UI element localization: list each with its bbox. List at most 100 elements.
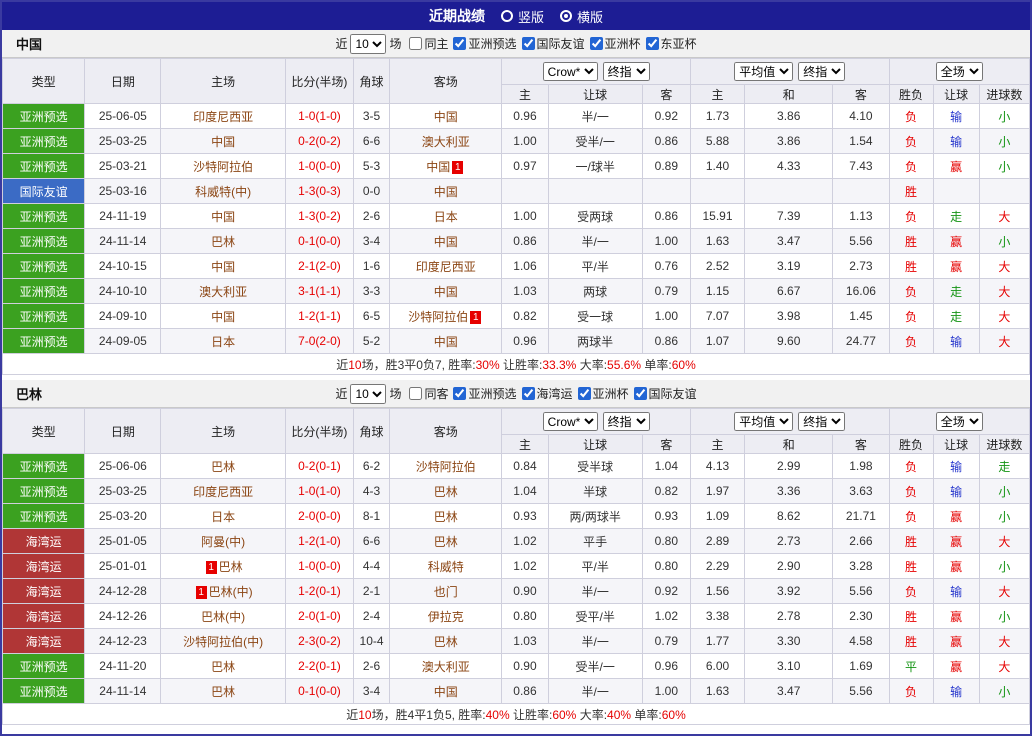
away-team[interactable]: 巴林 — [389, 503, 503, 529]
filter-option[interactable]: 海湾运 — [521, 385, 573, 402]
competition-filters: 同客 亚洲预选 海湾运 亚洲杯 国际友谊 — [404, 385, 697, 403]
home-team[interactable]: 沙特阿拉伯 — [160, 153, 286, 179]
odds-kind-select[interactable]: 终指 — [602, 412, 650, 431]
home-team[interactable]: 科威特(中) — [160, 178, 286, 204]
filter-option[interactable]: 亚洲杯 — [577, 385, 629, 402]
score: 1-3(0-2) — [284, 203, 355, 229]
away-team[interactable]: 中国 — [389, 328, 503, 354]
filter-option[interactable]: 亚洲杯 — [589, 35, 641, 52]
home-team[interactable]: 巴林 — [160, 453, 286, 479]
result-goals: 大 — [978, 328, 1030, 354]
result-handicap — [932, 178, 980, 204]
fulltime-select[interactable]: 全场 — [935, 412, 983, 431]
home-team[interactable]: 日本 — [160, 503, 286, 529]
sub-header-outcome: 胜负 — [888, 84, 934, 104]
filter-checkbox[interactable] — [453, 386, 467, 400]
odds-source-select[interactable]: Crow* — [542, 62, 598, 81]
away-team[interactable]: 中国 — [389, 178, 503, 204]
home-team[interactable]: 巴林(中) — [160, 603, 286, 629]
away-team[interactable]: 日本 — [389, 203, 503, 229]
away-team[interactable]: 沙特阿拉伯 1 — [389, 303, 503, 329]
filter-checkbox[interactable] — [521, 36, 535, 50]
home-team[interactable]: 阿曼(中) — [160, 528, 286, 554]
filter-checkbox[interactable] — [521, 386, 535, 400]
filter-checkbox[interactable] — [645, 36, 659, 50]
away-team[interactable]: 澳大利亚 — [389, 128, 503, 154]
filter-checkbox[interactable] — [633, 386, 647, 400]
fulltime-header-group: 全场 — [888, 408, 1030, 435]
away-team[interactable]: 中国 — [389, 228, 503, 254]
away-team[interactable]: 巴林 — [389, 478, 503, 504]
filter-checkbox[interactable] — [577, 386, 591, 400]
avg-kind-select[interactable]: 终指 — [798, 62, 846, 81]
filter-option[interactable]: 同客 — [409, 385, 448, 402]
home-team[interactable]: 沙特阿拉伯(中) — [160, 628, 286, 654]
home-team[interactable]: 1 巴林(中) — [160, 578, 286, 604]
away-team[interactable]: 澳大利亚 — [389, 653, 503, 679]
match-row: 海湾运 25-01-05 阿曼(中) 1-2(1-0) 6-6 巴林 1.02 平手 0.80 2… — [2, 528, 1030, 554]
odds-source-select[interactable]: Crow* — [542, 412, 598, 431]
home-team[interactable]: 中国 — [160, 203, 286, 229]
average-odds: 3.38 — [689, 603, 746, 629]
away-team[interactable]: 中国 — [389, 678, 503, 704]
home-team[interactable]: 1 巴林 — [160, 553, 286, 579]
home-team[interactable]: 中国 — [160, 253, 286, 279]
recent-count-select[interactable]: 10 — [350, 383, 387, 404]
filter-option[interactable]: 国际友谊 — [521, 35, 585, 52]
team-name: 巴林(中) — [201, 609, 246, 624]
away-team[interactable]: 沙特阿拉伯 — [389, 453, 503, 479]
avg-kind-select[interactable]: 终指 — [798, 412, 846, 431]
away-team[interactable]: 科威特 — [389, 553, 503, 579]
filter-option[interactable]: 亚洲预选 — [453, 35, 517, 52]
bookmaker-odds: 受半球 — [547, 453, 643, 479]
filter-checkbox[interactable] — [453, 36, 467, 50]
filter-checkbox[interactable] — [589, 36, 603, 50]
away-team[interactable]: 也门 — [389, 578, 503, 604]
home-team[interactable]: 印度尼西亚 — [160, 478, 286, 504]
home-team[interactable]: 巴林 — [160, 653, 286, 679]
team-name: 中国 — [433, 684, 458, 699]
home-team[interactable]: 中国 — [160, 128, 286, 154]
team-name: 中国 — [211, 309, 236, 324]
result-handicap: 走 — [932, 203, 980, 229]
home-team[interactable]: 日本 — [160, 328, 286, 354]
result-handicap: 赢 — [932, 153, 980, 179]
filter-checkbox[interactable] — [409, 386, 423, 400]
filter-option[interactable]: 亚洲预选 — [453, 385, 517, 402]
team-name: 沙特阿拉伯 — [408, 309, 469, 324]
result-goals: 走 — [978, 453, 1030, 479]
average-odds: 1.54 — [832, 128, 890, 154]
average-odds: 1.63 — [689, 678, 746, 704]
away-team[interactable]: 中国 — [389, 103, 503, 129]
home-team[interactable]: 巴林 — [160, 228, 286, 254]
view-mode-vertical-radio[interactable]: 竖版 — [500, 7, 544, 26]
filter-option[interactable]: 国际友谊 — [633, 385, 697, 402]
odds-kind-select[interactable]: 终指 — [602, 62, 650, 81]
away-team[interactable]: 巴林 — [389, 628, 503, 654]
away-team[interactable]: 中国 1 — [389, 153, 503, 179]
away-team[interactable]: 印度尼西亚 — [389, 253, 503, 279]
home-team[interactable]: 澳大利亚 — [160, 278, 286, 304]
sub-header-avg-home: 主 — [689, 434, 746, 454]
filter-option[interactable]: 东亚杯 — [645, 35, 697, 52]
avg-source-select[interactable]: 平均值 — [734, 62, 794, 81]
avg-source-select[interactable]: 平均值 — [734, 412, 794, 431]
away-team[interactable]: 伊拉克 — [389, 603, 503, 629]
home-team[interactable]: 印度尼西亚 — [160, 103, 286, 129]
recent-count-select[interactable]: 10 — [350, 33, 387, 54]
summary-row: 近10场，胜4平1负5, 胜率:40% 让胜率:60% 大率:40% 单率:60… — [2, 703, 1030, 725]
home-team[interactable]: 中国 — [160, 303, 286, 329]
home-team[interactable]: 巴林 — [160, 678, 286, 704]
summary-segment: 30% — [475, 357, 500, 372]
filter-option[interactable]: 同主 — [409, 35, 448, 52]
sub-header-goals-result: 进球数 — [978, 84, 1030, 104]
score: 7-0(2-0) — [284, 328, 355, 354]
away-team[interactable]: 中国 — [389, 278, 503, 304]
away-team[interactable]: 巴林 — [389, 528, 503, 554]
summary-segment: 近 — [336, 357, 349, 372]
team-name: 中国 — [433, 284, 458, 299]
bookmaker-odds: 1.00 — [641, 303, 691, 329]
fulltime-select[interactable]: 全场 — [935, 62, 983, 81]
filter-checkbox[interactable] — [409, 36, 423, 50]
view-mode-horizontal-radio[interactable]: 横版 — [560, 7, 603, 26]
